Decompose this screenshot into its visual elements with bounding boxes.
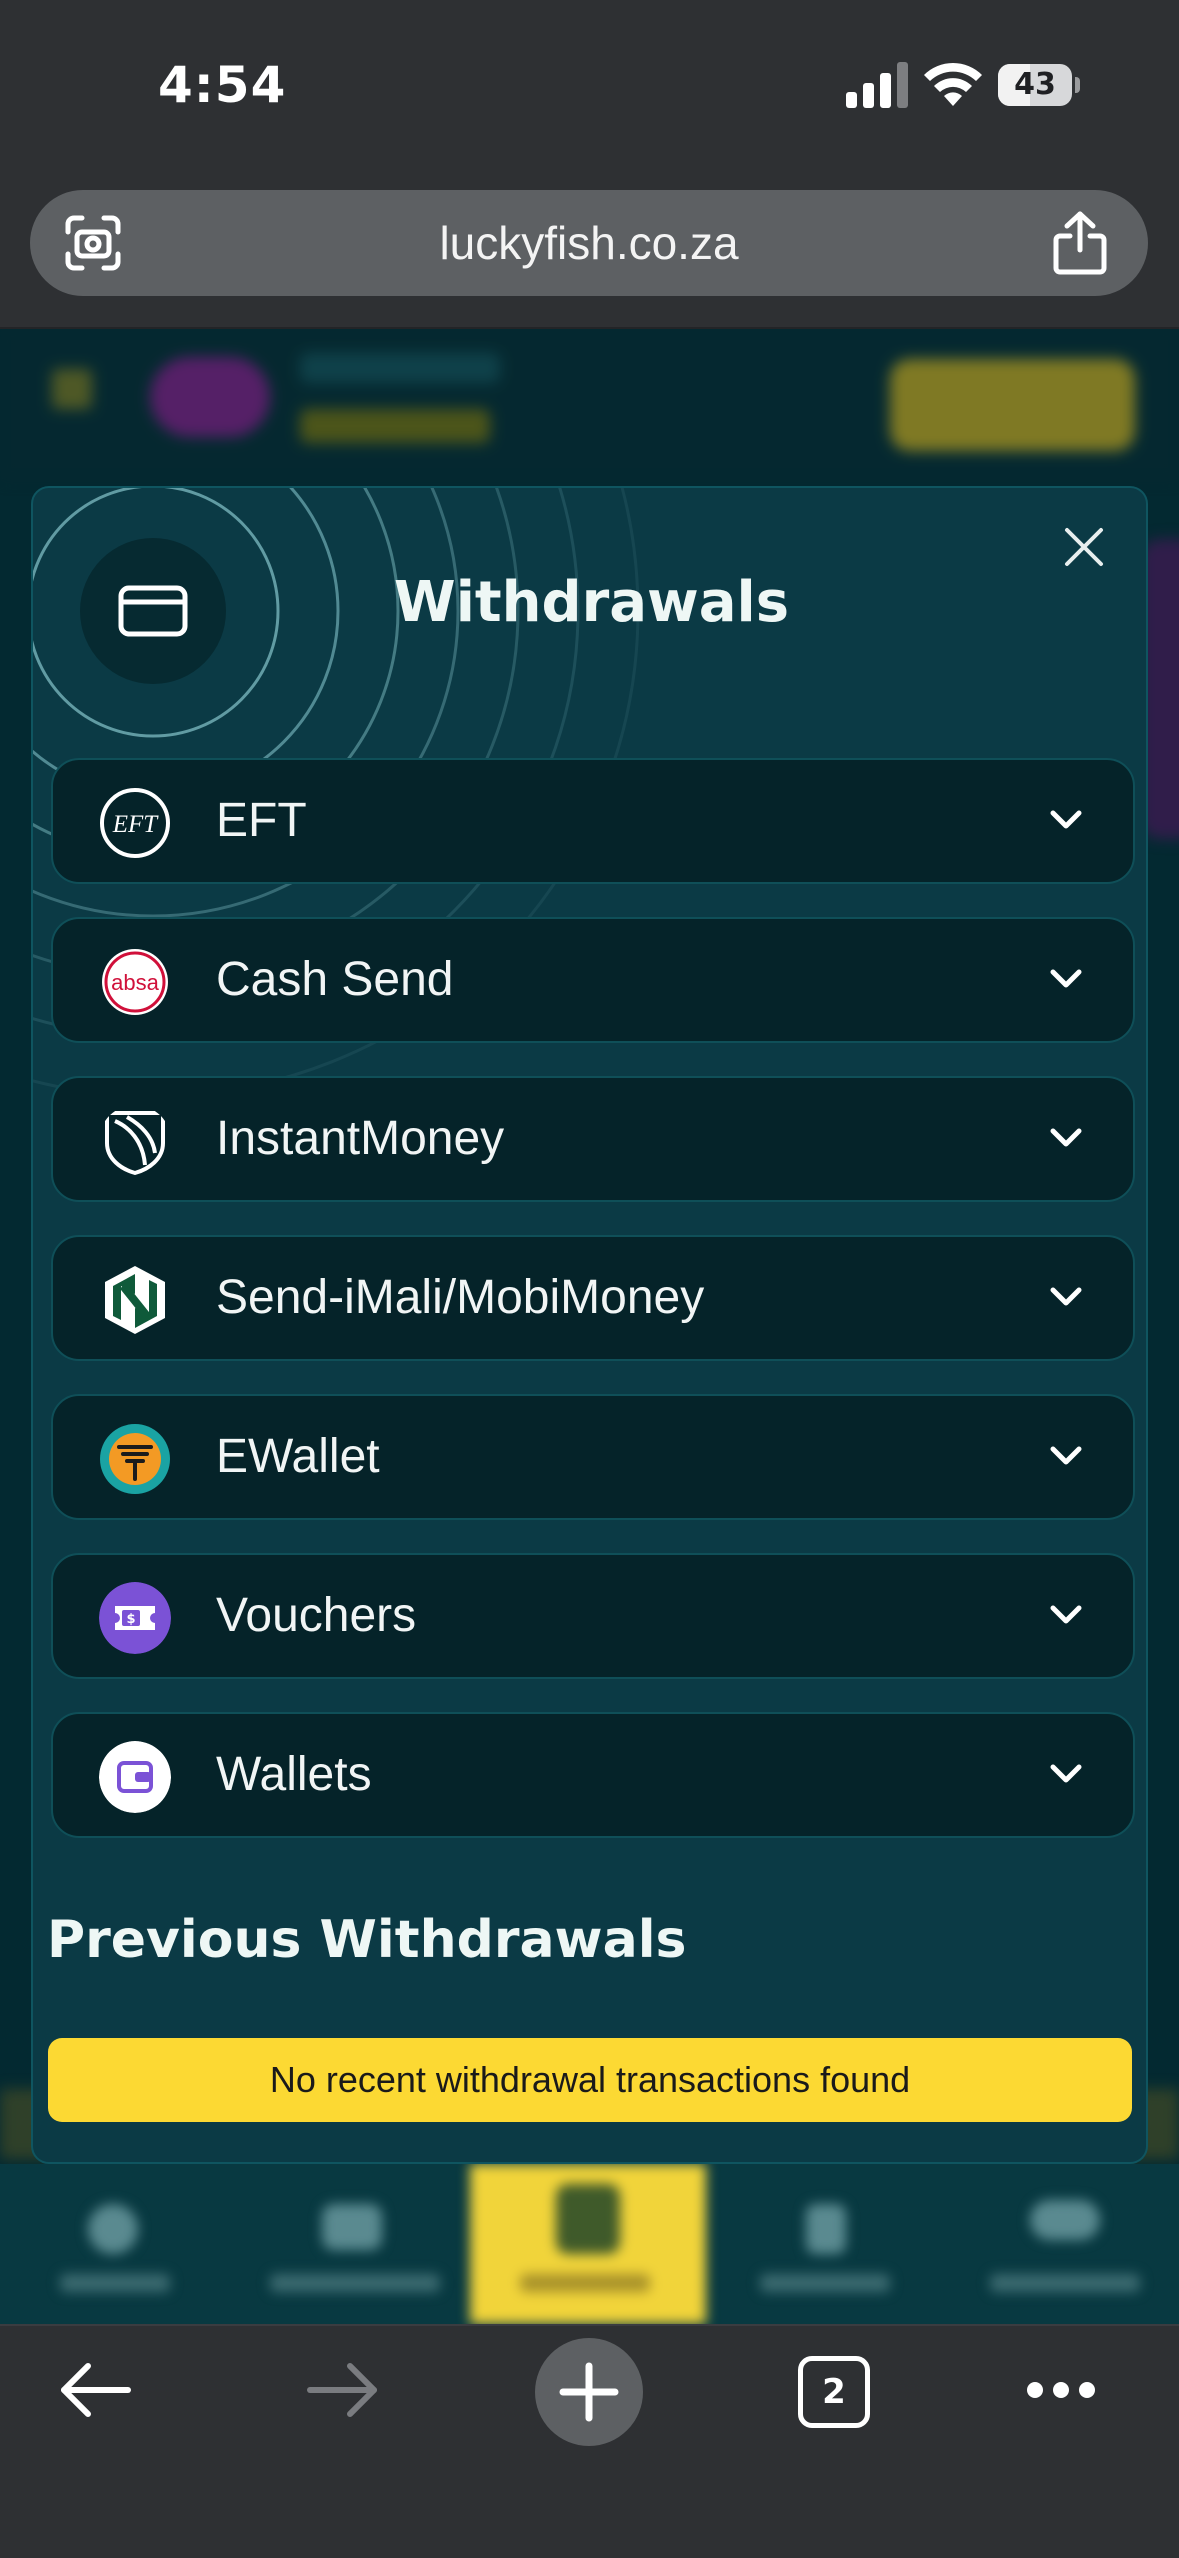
empty-withdrawals-notice: No recent withdrawal transactions found — [48, 2038, 1132, 2122]
chevron-down-icon — [1050, 810, 1082, 829]
eft-logo-icon: EFT — [100, 788, 170, 858]
share-icon[interactable] — [1050, 210, 1110, 276]
method-label: EWallet — [216, 1430, 380, 1483]
method-row-wallets[interactable]: Wallets — [51, 1712, 1135, 1838]
close-icon[interactable] — [1057, 520, 1111, 574]
battery-percentage: 43 — [1014, 67, 1056, 102]
battery-indicator: 43 — [998, 64, 1080, 106]
method-label: Vouchers — [216, 1589, 417, 1642]
voucher-icon: $ — [99, 1582, 171, 1654]
site-bottom-nav — [0, 2164, 1179, 2324]
wifi-icon — [924, 62, 982, 106]
more-dots-icon[interactable] — [1026, 2380, 1096, 2400]
method-row-vouchers[interactable]: $ Vouchers — [51, 1553, 1135, 1679]
method-label: Wallets — [216, 1748, 372, 1801]
method-row-send-imali[interactable]: Send-iMali/MobiMoney — [51, 1235, 1135, 1361]
withdrawal-methods: EFT EFT absa Cash Send InstantMoney Send… — [51, 758, 1135, 1871]
method-row-eft[interactable]: EFT EFT — [51, 758, 1135, 884]
method-row-ewallet[interactable]: EWallet — [51, 1394, 1135, 1520]
cellular-signal-icon — [846, 62, 908, 108]
new-tab-button[interactable] — [535, 2338, 643, 2446]
status-time: 4:54 — [158, 56, 287, 114]
chevron-down-icon — [1050, 1764, 1082, 1783]
chevron-down-icon — [1050, 969, 1082, 988]
url-text[interactable]: luckyfish.co.za — [30, 190, 1148, 296]
chevron-down-icon — [1050, 1287, 1082, 1306]
withdrawals-modal: Withdrawals EFT EFT absa Cash Send Insta… — [31, 486, 1148, 2164]
method-row-instantmoney[interactable]: InstantMoney — [51, 1076, 1135, 1202]
method-label: Send-iMali/MobiMoney — [216, 1271, 705, 1324]
status-bar: 4:54 43 — [0, 0, 1179, 175]
arrow-right-icon[interactable] — [306, 2360, 380, 2420]
svg-text:EFT: EFT — [112, 811, 160, 838]
svg-text:absa: absa — [111, 970, 159, 995]
modal-title: Withdrawals — [393, 570, 790, 635]
method-row-cash-send[interactable]: absa Cash Send — [51, 917, 1135, 1043]
plus-icon — [559, 2362, 619, 2422]
method-label: EFT — [216, 794, 307, 847]
previous-withdrawals-heading: Previous Withdrawals — [47, 1910, 687, 1970]
method-label: Cash Send — [216, 953, 454, 1006]
nedbank-logo-icon — [105, 1266, 165, 1334]
chevron-down-icon — [1050, 1605, 1082, 1624]
chevron-down-icon — [1050, 1128, 1082, 1147]
absa-logo-icon: absa — [102, 949, 168, 1015]
arrow-left-icon[interactable] — [58, 2360, 132, 2420]
method-label: InstantMoney — [216, 1112, 505, 1165]
chevron-down-icon — [1050, 1446, 1082, 1465]
standard-bank-logo-icon — [105, 1111, 165, 1175]
fnb-logo-icon — [100, 1424, 170, 1494]
address-bar[interactable]: luckyfish.co.za — [30, 190, 1148, 296]
tabs-button[interactable]: 2 — [798, 2356, 870, 2428]
browser-toolbar: 2 — [0, 2324, 1179, 2558]
wallet-icon — [99, 1741, 171, 1813]
browser-address-area: luckyfish.co.za — [0, 175, 1179, 329]
svg-text:$: $ — [126, 1612, 135, 1627]
